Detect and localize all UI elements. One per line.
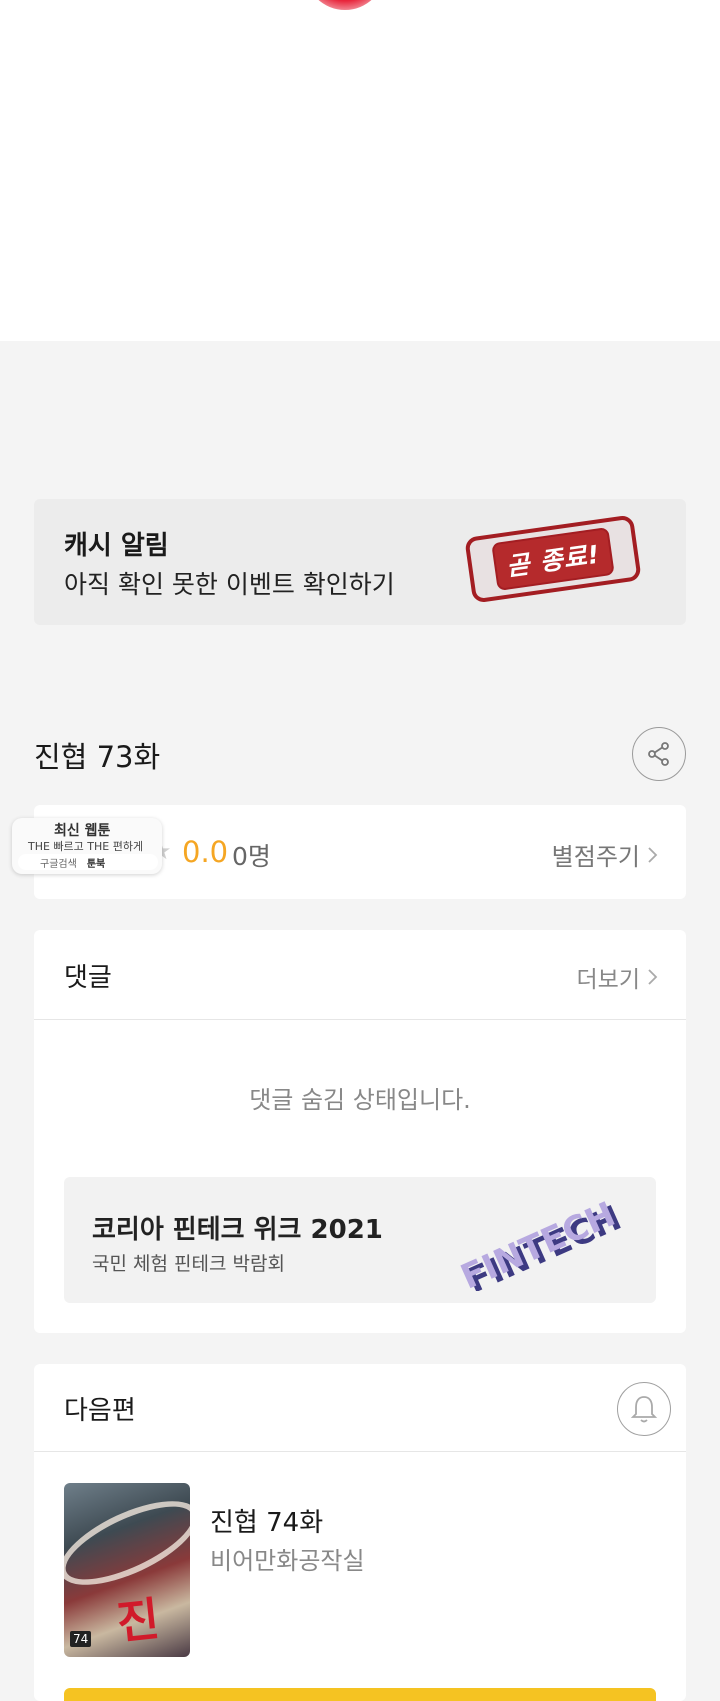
rate-button[interactable]: 별점주기 xyxy=(552,837,658,872)
share-icon xyxy=(648,742,669,766)
top-content-area xyxy=(0,0,720,341)
cash-alert-title: 캐시 알림 xyxy=(64,531,169,561)
more-label: 더보기 xyxy=(576,967,640,993)
chevron-right-icon xyxy=(648,846,658,863)
fintech-title: 코리아 핀테크 위크 2021 xyxy=(92,1215,383,1245)
cash-alert-subtitle: 아직 확인 못한 이벤트 확인하기 xyxy=(64,570,395,599)
next-episode-card: 다음편 진협 74 진협 74화 비어만화공작실 xyxy=(34,1364,686,1701)
comments-header: 댓글 더보기 xyxy=(34,930,686,1020)
top-decoration xyxy=(305,0,385,10)
thumbnail-title: 진협 xyxy=(114,1591,162,1650)
cash-alert-banner[interactable]: 캐시 알림 아직 확인 못한 이벤트 확인하기 곧 종료! xyxy=(34,499,686,625)
thumbnail-episode-number: 74 xyxy=(70,1631,92,1647)
ad-title: 최신 웹툰 xyxy=(54,823,111,839)
stamp-label: 곧 종료! xyxy=(491,527,615,591)
next-episode-header-title: 다음편 xyxy=(64,1396,136,1426)
ending-soon-stamp: 곧 종료! xyxy=(464,514,642,604)
share-button[interactable] xyxy=(632,727,686,781)
fintech-subtitle: 국민 체험 핀테크 박람회 xyxy=(92,1253,285,1275)
toonbook-label: 툰북 xyxy=(86,858,106,870)
webtoon-ad-badge[interactable]: 최신 웹툰 THE 빠르고 THE 편하게 구글검색 툰북 xyxy=(12,818,162,874)
episode-title: 진협 73화 xyxy=(34,740,161,774)
rating-count: 0명 xyxy=(232,842,271,871)
ad-search-pill: 구글검색 툰북 xyxy=(18,854,158,870)
notification-bell-button[interactable] xyxy=(617,1382,671,1436)
next-episode-header: 다음편 xyxy=(34,1364,686,1452)
comments-title: 댓글 xyxy=(64,963,112,993)
fintech-logo: FINTECH FINTECH xyxy=(455,1194,627,1291)
view-next-episode-button[interactable] xyxy=(64,1688,656,1701)
rating-value: 0.0 xyxy=(182,835,229,869)
google-search-label: 구글검색 xyxy=(40,858,77,870)
chevron-right-icon xyxy=(648,969,658,985)
next-episode-title[interactable]: 진협 74화 xyxy=(210,1502,323,1539)
ad-tagline: THE 빠르고 THE 편하게 xyxy=(28,840,144,853)
bell-icon xyxy=(630,1396,658,1423)
comments-card: 댓글 더보기 댓글 숨김 상태입니다. 코리아 핀테크 위크 2021 국민 체… xyxy=(34,930,686,1333)
comments-more-button[interactable]: 더보기 xyxy=(577,960,658,994)
comments-hidden-message: 댓글 숨김 상태입니다. xyxy=(249,1086,471,1114)
next-episode-thumbnail[interactable]: 진협 74 xyxy=(64,1483,190,1657)
rate-button-label: 별점주기 xyxy=(551,843,640,871)
next-episode-author: 비어만화공작실 xyxy=(210,1547,365,1575)
fintech-ad-banner[interactable]: 코리아 핀테크 위크 2021 국민 체험 핀테크 박람회 FINTECH FI… xyxy=(64,1177,656,1303)
